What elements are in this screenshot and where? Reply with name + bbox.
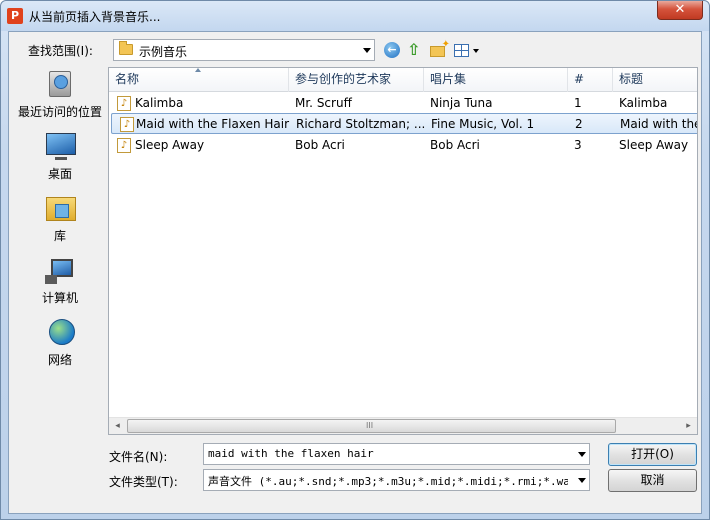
file-number: 3 bbox=[574, 138, 582, 152]
filetype-value: 声音文件 (*.au;*.snd;*.mp3;*.m3u;*.mid;*.mid… bbox=[208, 475, 568, 488]
views-menu-icon bbox=[454, 44, 469, 57]
open-button[interactable]: 打开(O) bbox=[608, 443, 697, 466]
file-name: Sleep Away bbox=[135, 138, 205, 152]
place-label: 库 bbox=[53, 229, 66, 243]
look-in-combo[interactable]: 示例音乐 bbox=[113, 39, 375, 61]
look-in-label: 查找范围(I): bbox=[28, 44, 93, 58]
file-row[interactable]: ♪ Sleep Away Bob Acri Bob Acri 3 Sleep A… bbox=[109, 135, 697, 156]
chevron-down-icon[interactable] bbox=[578, 478, 586, 483]
column-header-title[interactable]: 标题 bbox=[613, 68, 697, 92]
file-artist: Richard Stoltzman; ... bbox=[296, 117, 425, 131]
chevron-down-icon[interactable] bbox=[363, 48, 371, 53]
place-libraries[interactable]: 库 bbox=[12, 191, 108, 253]
place-label: 最近访问的位置 bbox=[17, 105, 102, 119]
place-desktop[interactable]: 桌面 bbox=[12, 129, 108, 191]
app-icon: P bbox=[7, 8, 23, 24]
chevron-down-icon[interactable] bbox=[578, 452, 586, 457]
file-album: Fine Music, Vol. 1 bbox=[431, 117, 535, 131]
place-label: 网络 bbox=[47, 353, 72, 367]
file-artist: Bob Acri bbox=[295, 138, 345, 152]
file-title: Maid with the bbox=[620, 117, 698, 131]
scrollbar-thumb[interactable]: III bbox=[127, 419, 616, 433]
up-folder-icon: ⇧ bbox=[407, 40, 421, 59]
place-network[interactable]: 网络 bbox=[12, 315, 108, 377]
chevron-down-icon bbox=[473, 49, 479, 53]
file-title: Sleep Away bbox=[619, 138, 689, 152]
sort-ascending-icon bbox=[195, 68, 201, 72]
close-button[interactable]: ✕ bbox=[657, 1, 703, 20]
desktop-icon bbox=[45, 131, 77, 161]
filename-label: 文件名(N): bbox=[109, 450, 168, 464]
window-title: 从当前页插入背景音乐... bbox=[29, 10, 161, 24]
horizontal-scrollbar[interactable]: ◂ III ▸ bbox=[109, 417, 697, 434]
file-name: Maid with the Flaxen Hair bbox=[136, 117, 290, 131]
column-header-album[interactable]: 唱片集 bbox=[424, 68, 568, 92]
file-name: Kalimba bbox=[135, 96, 184, 110]
file-list[interactable]: 名称 参与创作的艺术家 唱片集 # 标题 ♪ Kalimba Mr. Scruf… bbox=[108, 67, 698, 435]
place-label: 桌面 bbox=[47, 167, 72, 181]
file-album: Bob Acri bbox=[430, 138, 480, 152]
file-row[interactable]: ♪ Kalimba Mr. Scruff Ninja Tuna 1 Kalimb… bbox=[109, 93, 697, 114]
title-bar[interactable]: P 从当前页插入背景音乐... ✕ bbox=[1, 1, 709, 31]
file-title: Kalimba bbox=[619, 96, 668, 110]
column-header-number[interactable]: # bbox=[568, 68, 613, 92]
filetype-select[interactable]: 声音文件 (*.au;*.snd;*.mp3;*.m3u;*.mid;*.mid… bbox=[203, 469, 590, 491]
scrollbar-grip-icon: III bbox=[366, 421, 374, 430]
cancel-button[interactable]: 取消 bbox=[608, 469, 697, 492]
places-bar: 最近访问的位置 桌面 库 计算机 网络 bbox=[12, 67, 108, 427]
filetype-label: 文件类型(T): bbox=[109, 475, 178, 489]
dialog-window: P 从当前页插入背景音乐... ✕ 查找范围(I): 示例音乐 ← ⇧ ✦ 最近… bbox=[0, 0, 710, 520]
new-folder-icon: ✦ bbox=[430, 39, 450, 57]
column-header-artist[interactable]: 参与创作的艺术家 bbox=[289, 68, 424, 92]
back-button[interactable]: ← bbox=[384, 42, 402, 60]
file-number: 2 bbox=[575, 117, 583, 131]
new-folder-button[interactable]: ✦ bbox=[430, 39, 450, 60]
back-arrow-icon: ← bbox=[384, 42, 400, 58]
filename-input[interactable]: maid with the flaxen hair bbox=[203, 443, 590, 465]
network-icon bbox=[45, 317, 77, 347]
place-recent[interactable]: 最近访问的位置 bbox=[12, 67, 108, 129]
file-artist: Mr. Scruff bbox=[295, 96, 352, 110]
libraries-icon bbox=[45, 193, 77, 223]
file-number: 1 bbox=[574, 96, 582, 110]
computer-icon bbox=[45, 255, 77, 285]
scroll-left-icon[interactable]: ◂ bbox=[109, 418, 126, 434]
dialog-body: 查找范围(I): 示例音乐 ← ⇧ ✦ 最近访问的位置 桌面 库 计算机 网络 … bbox=[8, 31, 702, 514]
column-header-row: 名称 参与创作的艺术家 唱片集 # 标题 bbox=[109, 68, 697, 92]
file-row-selected[interactable]: ♪ Maid with the Flaxen Hair Richard Stol… bbox=[111, 113, 698, 134]
column-header-name[interactable]: 名称 bbox=[109, 68, 289, 92]
views-menu-button[interactable] bbox=[454, 42, 480, 60]
place-label: 计算机 bbox=[41, 291, 78, 305]
place-computer[interactable]: 计算机 bbox=[12, 253, 108, 315]
filename-value: maid with the flaxen hair bbox=[208, 447, 374, 460]
look-in-value: 示例音乐 bbox=[139, 45, 188, 59]
folder-icon bbox=[119, 41, 133, 55]
file-album: Ninja Tuna bbox=[430, 96, 493, 110]
scroll-right-icon[interactable]: ▸ bbox=[680, 418, 697, 434]
up-folder-button[interactable]: ⇧ bbox=[407, 42, 425, 60]
recent-places-icon bbox=[45, 69, 77, 99]
